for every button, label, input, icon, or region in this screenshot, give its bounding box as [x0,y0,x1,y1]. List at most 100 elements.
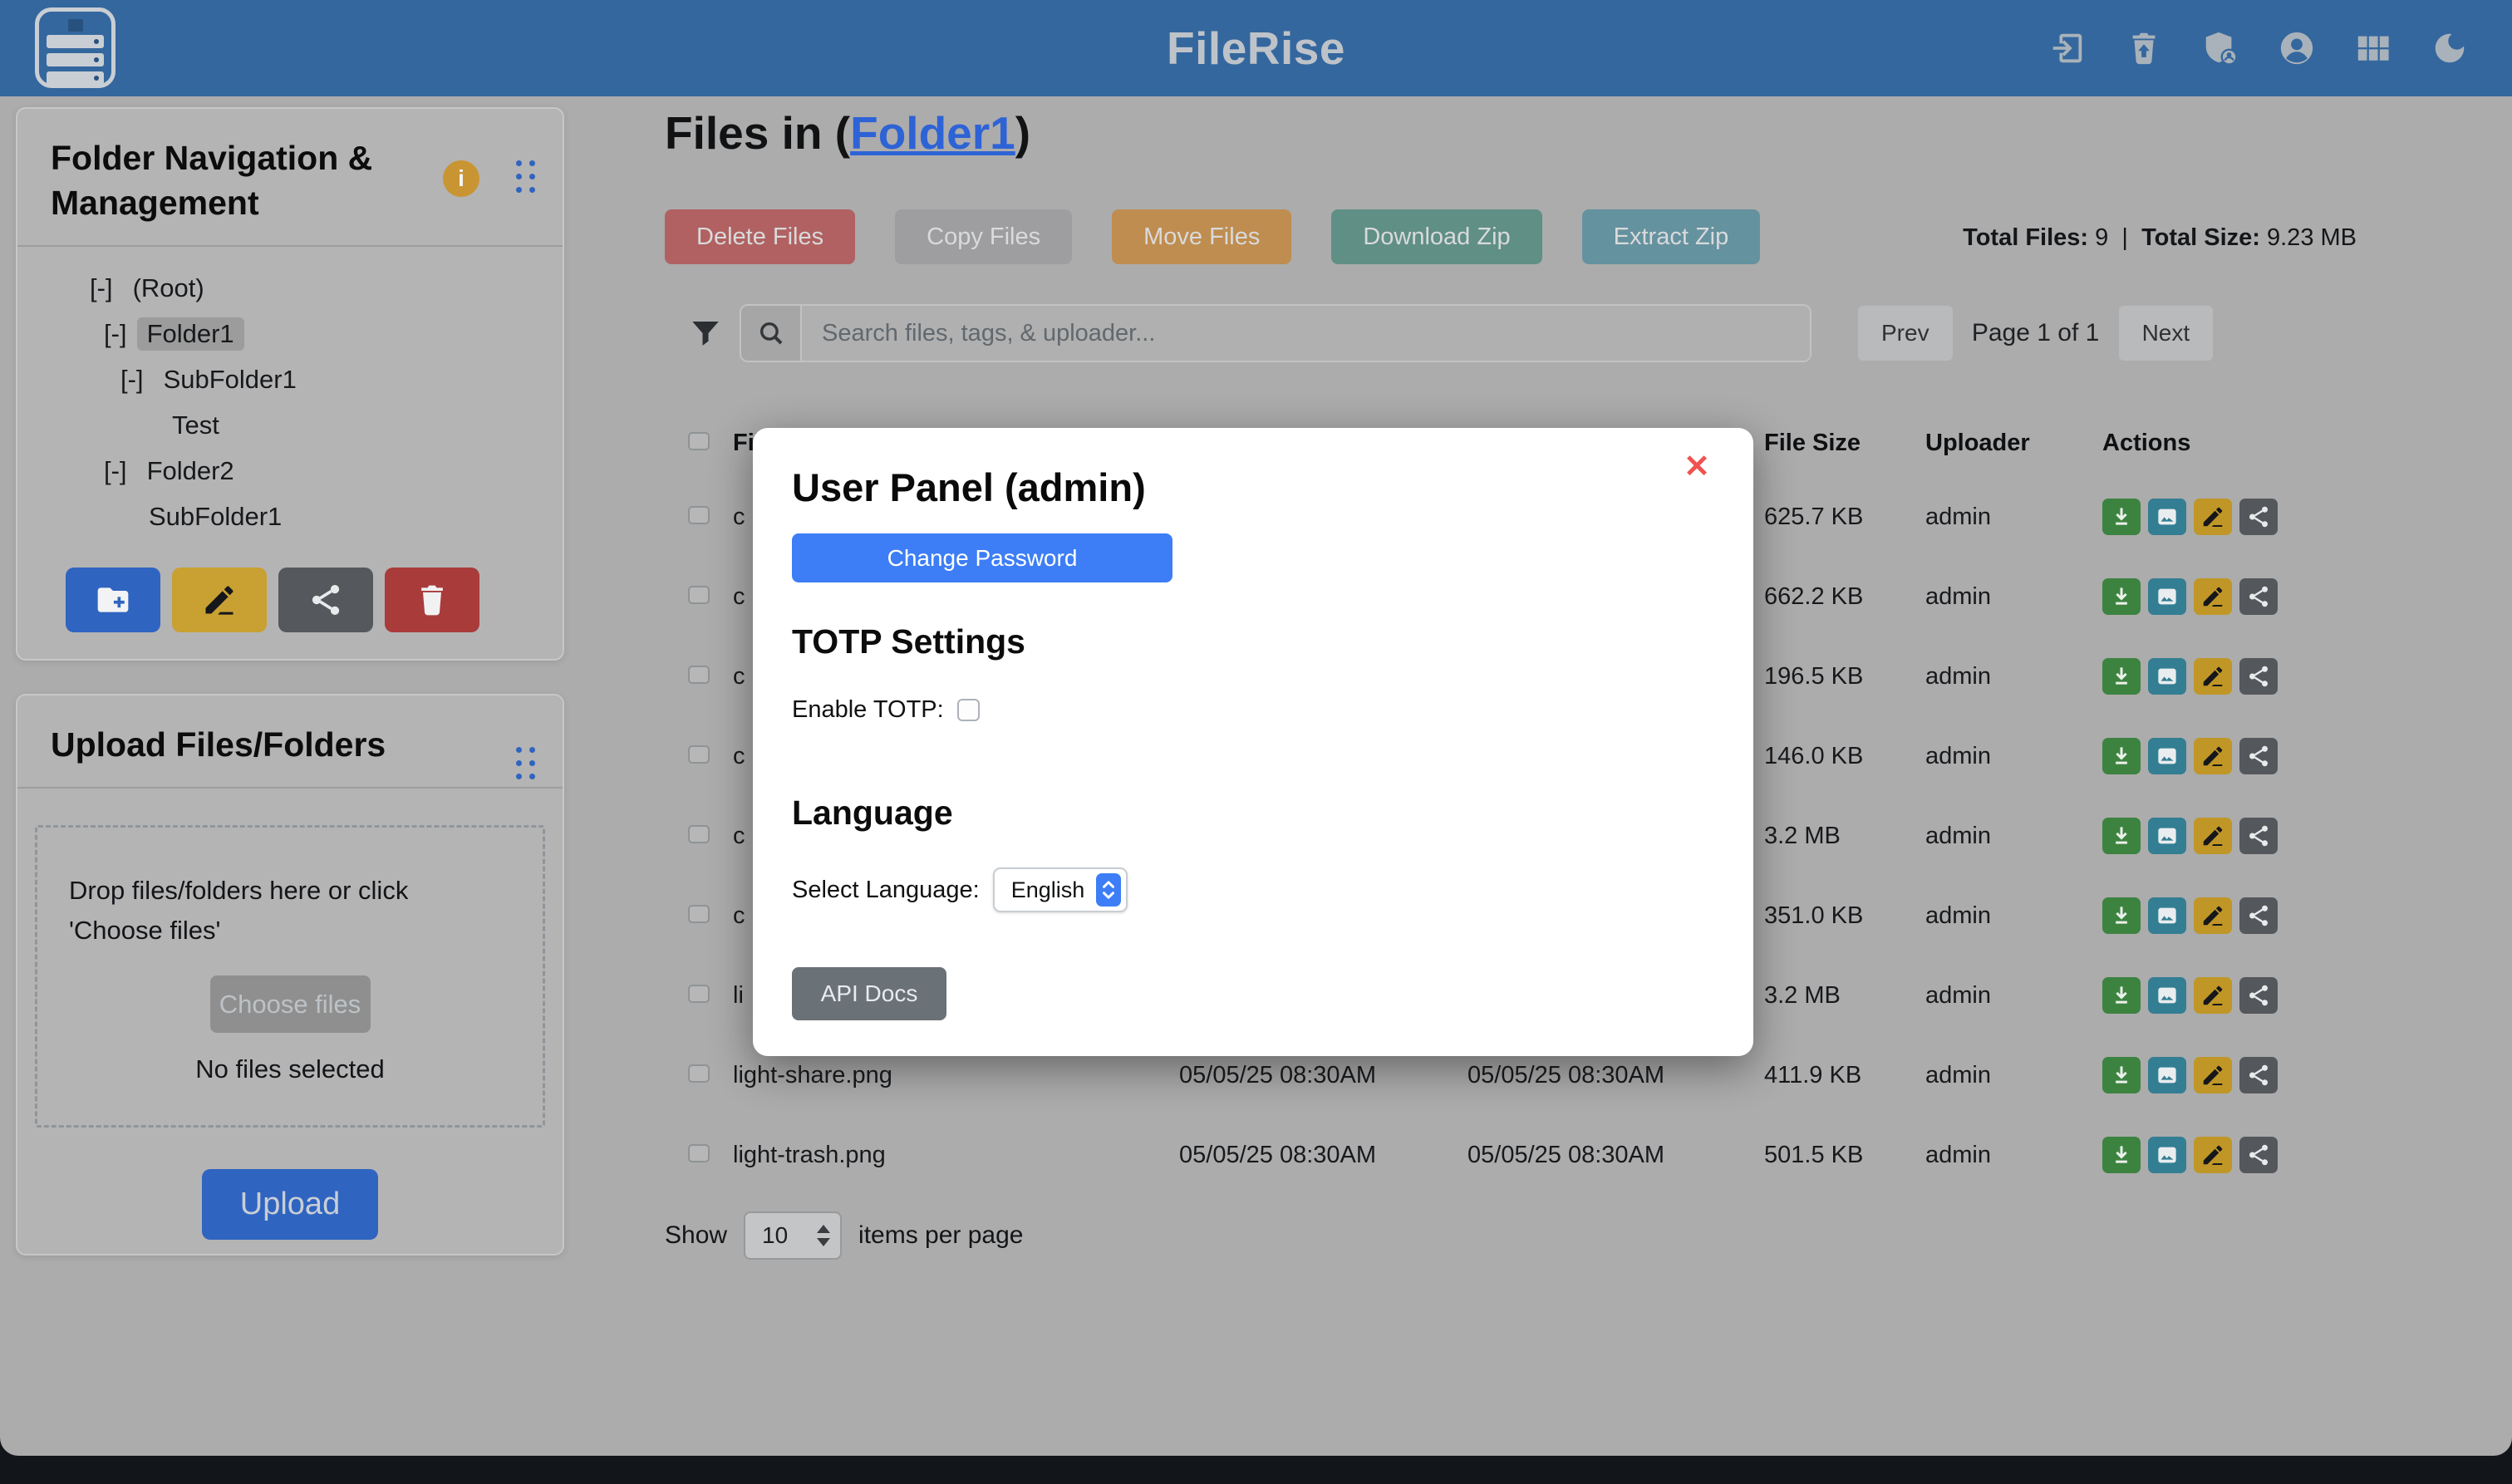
download-button[interactable] [2102,977,2141,1014]
row-checkbox[interactable] [688,985,710,1003]
download-button[interactable] [2102,897,2141,934]
download-button[interactable] [2102,738,2141,774]
tree-toggle[interactable]: [-] [120,365,144,395]
filter-icon[interactable] [688,316,723,351]
download-button[interactable] [2102,578,2141,615]
download-button[interactable] [2102,1057,2141,1093]
tree-toggle[interactable]: [-] [104,319,127,349]
file-name-cell[interactable]: light-trash.png [733,1142,1179,1169]
row-checkbox[interactable] [688,1064,710,1083]
row-checkbox[interactable] [688,745,710,764]
row-actions [2102,977,2418,1014]
edit-button[interactable] [2194,658,2232,695]
per-page-value: 10 [762,1222,788,1249]
row-checkbox[interactable] [688,506,710,524]
tree-toggle[interactable]: [-] [90,273,113,303]
upload-date-cell: 05/05/25 08:30AM [1467,1142,1764,1169]
download-button[interactable] [2102,1137,2141,1173]
rename-folder-button[interactable] [172,568,267,632]
row-checkbox[interactable] [688,825,710,843]
tree-item-root[interactable]: [-] (Root) [17,265,563,311]
share-button[interactable] [2239,738,2278,774]
preview-button[interactable] [2148,1137,2186,1173]
download-icon [2109,584,2134,609]
delete-files-button[interactable]: Delete Files [665,209,855,264]
edit-button[interactable] [2194,897,2232,934]
menu-logo-icon[interactable] [35,7,116,88]
share-folder-button[interactable] [278,568,373,632]
share-button[interactable] [2239,1137,2278,1173]
edit-button[interactable] [2194,1137,2232,1173]
preview-button[interactable] [2148,658,2186,695]
edit-button[interactable] [2194,977,2232,1014]
current-folder-link[interactable]: Folder1 [850,107,1015,159]
tree-item-subfolder1[interactable]: [-] SubFolder1 [17,356,563,402]
info-icon[interactable]: i [443,160,479,197]
column-header-uploader[interactable]: Uploader [1925,430,2102,457]
tree-label[interactable]: Folder2 [137,455,244,488]
preview-button[interactable] [2148,738,2186,774]
share-button[interactable] [2239,578,2278,615]
tree-label[interactable]: (Root) [123,272,214,305]
row-checkbox[interactable] [688,1144,710,1162]
extract-zip-button[interactable]: Extract Zip [1582,209,1761,264]
preview-button[interactable] [2148,818,2186,854]
tree-item-folder1[interactable]: [-] Folder1 [17,311,563,356]
row-checkbox[interactable] [688,586,710,604]
delete-folder-button[interactable] [385,568,479,632]
prev-page-button[interactable]: Prev [1858,306,1953,361]
column-header-file-size[interactable]: File Size [1764,430,1925,457]
preview-button[interactable] [2148,578,2186,615]
search-input[interactable] [802,306,1810,361]
tree-toggle[interactable]: [-] [104,456,127,486]
create-folder-button[interactable] [66,568,160,632]
copy-files-button[interactable]: Copy Files [895,209,1072,264]
edit-icon [2200,584,2225,609]
edit-button[interactable] [2194,738,2232,774]
drag-handle-icon[interactable] [516,747,538,784]
share-button[interactable] [2239,1057,2278,1093]
tree-item-subfolder1-2[interactable]: SubFolder1 [17,494,563,539]
tree-label[interactable]: Test [162,409,229,442]
share-button[interactable] [2239,977,2278,1014]
row-checkbox[interactable] [688,666,710,684]
upload-dropzone[interactable]: Drop files/folders here or click 'Choose… [35,825,545,1128]
edit-button[interactable] [2194,1057,2232,1093]
share-button[interactable] [2239,897,2278,934]
move-files-button[interactable]: Move Files [1112,209,1291,264]
tree-label[interactable]: SubFolder1 [139,500,292,533]
tree-label[interactable]: SubFolder1 [154,363,307,396]
file-name-cell[interactable]: light-share.png [733,1062,1179,1089]
edit-button[interactable] [2194,578,2232,615]
change-password-button[interactable]: Change Password [792,533,1172,582]
close-icon[interactable]: ✕ [1684,448,1710,485]
download-button[interactable] [2102,818,2141,854]
drag-handle-icon[interactable] [516,160,538,197]
dropzone-text: Drop files/folders here or click 'Choose… [37,828,543,951]
download-zip-button[interactable]: Download Zip [1331,209,1541,264]
tree-item-folder2[interactable]: [-] Folder2 [17,448,563,494]
preview-button[interactable] [2148,897,2186,934]
per-page-select[interactable]: 10 [744,1211,842,1260]
download-button[interactable] [2102,499,2141,535]
download-button[interactable] [2102,658,2141,695]
language-select[interactable]: English [993,867,1128,912]
enable-totp-checkbox[interactable] [957,699,980,721]
preview-button[interactable] [2148,499,2186,535]
next-page-button[interactable]: Next [2119,306,2214,361]
select-all-checkbox[interactable] [688,432,710,450]
share-button[interactable] [2239,818,2278,854]
preview-button[interactable] [2148,977,2186,1014]
api-docs-button[interactable]: API Docs [792,967,946,1020]
tree-label[interactable]: Folder1 [137,317,244,351]
edit-button[interactable] [2194,818,2232,854]
items-per-page-row: Show 10 items per page [665,1211,1024,1260]
edit-button[interactable] [2194,499,2232,535]
tree-item-test[interactable]: Test [17,402,563,448]
share-button[interactable] [2239,658,2278,695]
row-checkbox[interactable] [688,905,710,923]
upload-button[interactable]: Upload [202,1169,378,1240]
choose-files-button[interactable]: Choose files [210,975,371,1033]
preview-button[interactable] [2148,1057,2186,1093]
share-button[interactable] [2239,499,2278,535]
